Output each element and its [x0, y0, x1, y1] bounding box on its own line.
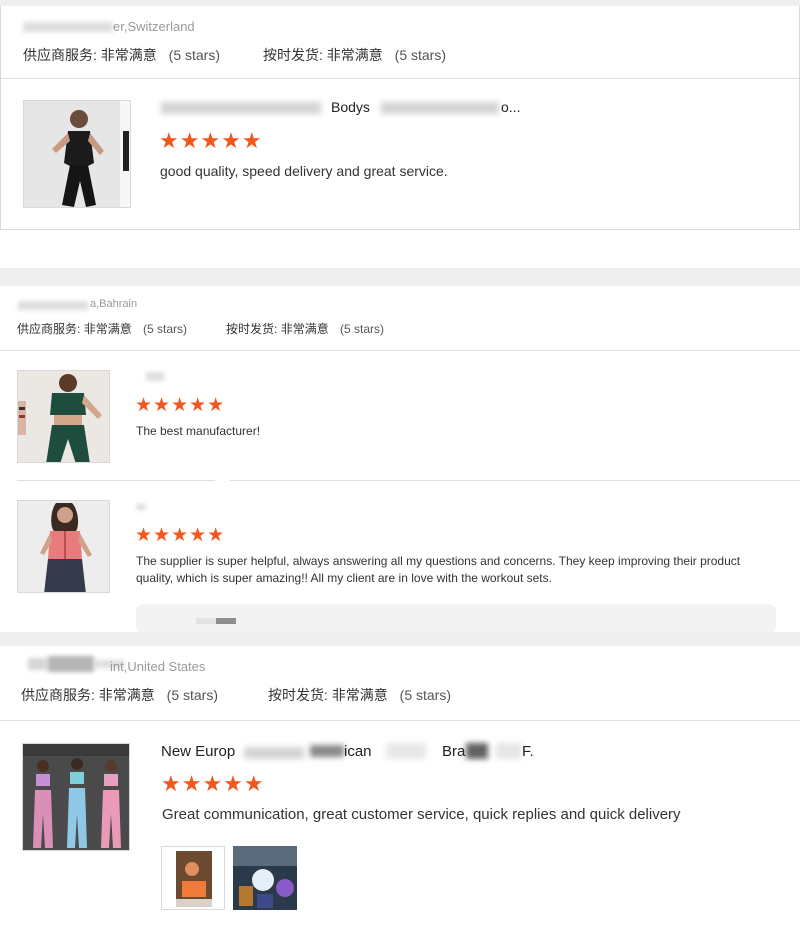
supplier-service-rating: 供应商服务: 非常满意 (5 stars)	[23, 45, 220, 65]
buyer-location: int,United States	[110, 659, 206, 674]
customer-photo-1	[162, 847, 224, 909]
service-value: 非常满意	[98, 687, 155, 703]
service-value: 非常满意	[83, 322, 132, 336]
product-title-fragment: Bra	[442, 743, 466, 760]
product-thumbnail[interactable]	[17, 500, 110, 593]
on-time-delivery-rating: 按时发货: 非常满意 (5 stars)	[268, 685, 451, 705]
review-text: The best manufacturer!	[136, 424, 261, 438]
review-card-1: er,Switzerland 供应商服务: 非常满意 (5 stars) 按时发…	[0, 6, 800, 230]
location-redaction	[48, 656, 94, 672]
reply-indicator	[196, 618, 218, 624]
review-text: The supplier is super helpful, always an…	[136, 554, 741, 585]
service-value: 非常满意	[100, 47, 157, 63]
location-redaction	[28, 658, 48, 670]
delivery-label: 按时发货:	[226, 322, 278, 336]
woman-bodysuit-image	[24, 101, 130, 207]
buyer-location: a,Bahrain	[90, 298, 138, 310]
review-photo-thumbnail[interactable]	[161, 846, 225, 910]
product-thumbnail[interactable]	[23, 100, 131, 208]
three-women-tie-dye-image	[23, 744, 129, 850]
review-card-3: int,United States 供应商服务: 非常满意 (5 stars) …	[0, 646, 800, 930]
delivery-label: 按时发货:	[268, 687, 328, 703]
delivery-stars-text: (5 stars)	[394, 47, 447, 63]
item-divider	[230, 480, 800, 481]
product-title-redaction	[146, 372, 164, 381]
delivery-value: 非常满意	[331, 687, 388, 703]
woman-coral-top-image	[18, 501, 109, 592]
product-title-redaction	[386, 743, 426, 759]
reply-indicator	[216, 618, 236, 624]
product-title-fragment: ican	[344, 743, 372, 760]
supplier-service-rating: 供应商服务: 非常满意 (5 stars)	[17, 320, 187, 337]
location-redaction	[23, 22, 113, 32]
product-thumbnail[interactable]	[17, 370, 110, 463]
item-divider	[17, 480, 215, 481]
product-thumbnail[interactable]	[22, 743, 130, 851]
customer-photo-2	[233, 846, 297, 910]
product-title-redaction	[136, 504, 146, 510]
delivery-label: 按时发货:	[263, 47, 323, 63]
section-separator	[0, 268, 800, 286]
product-title-redaction	[381, 102, 499, 114]
product-title-fragment: o...	[501, 99, 521, 115]
product-title-fragment: New Europ	[161, 743, 236, 760]
on-time-delivery-rating: 按时发货: 非常满意 (5 stars)	[263, 45, 446, 65]
star-rating: ★★★★★	[159, 128, 263, 153]
delivery-value: 非常满意	[280, 322, 329, 336]
location-redaction	[18, 301, 88, 310]
star-rating: ★★★★★	[135, 395, 226, 416]
woman-green-set-image	[18, 371, 109, 462]
product-title-redaction	[466, 743, 488, 759]
product-title-redaction	[496, 743, 522, 759]
card-divider	[0, 720, 800, 721]
supplier-service-rating: 供应商服务: 非常满意 (5 stars)	[21, 685, 218, 705]
card-divider	[0, 350, 800, 351]
delivery-value: 非常满意	[326, 47, 383, 63]
delivery-stars-text: (5 stars)	[340, 322, 385, 336]
review-text: Great communication, great customer serv…	[162, 806, 681, 823]
product-title-redaction	[310, 745, 344, 757]
delivery-stars-text: (5 stars)	[399, 687, 452, 703]
review-card-2: a,Bahrain 供应商服务: 非常满意 (5 stars) 按时发货: 非常…	[0, 286, 800, 634]
service-stars-text: (5 stars)	[168, 47, 221, 63]
service-stars-text: (5 stars)	[143, 322, 188, 336]
section-separator	[0, 632, 800, 646]
product-title-redaction	[161, 102, 321, 114]
service-label: 供应商服务:	[21, 687, 95, 703]
product-title-fragment: Bodys	[331, 99, 370, 115]
buyer-location: er,Switzerland	[113, 19, 195, 34]
on-time-delivery-rating: 按时发货: 非常满意 (5 stars)	[226, 320, 384, 337]
service-label: 供应商服务:	[17, 322, 81, 336]
product-title-fragment: F.	[522, 743, 534, 760]
star-rating: ★★★★★	[135, 525, 226, 546]
service-label: 供应商服务:	[23, 47, 97, 63]
card-divider	[1, 78, 799, 79]
product-title-redaction	[244, 747, 304, 759]
review-text: good quality, speed delivery and great s…	[160, 163, 448, 179]
review-photo-thumbnail[interactable]	[233, 846, 297, 910]
star-rating: ★★★★★	[161, 771, 265, 796]
service-stars-text: (5 stars)	[166, 687, 219, 703]
